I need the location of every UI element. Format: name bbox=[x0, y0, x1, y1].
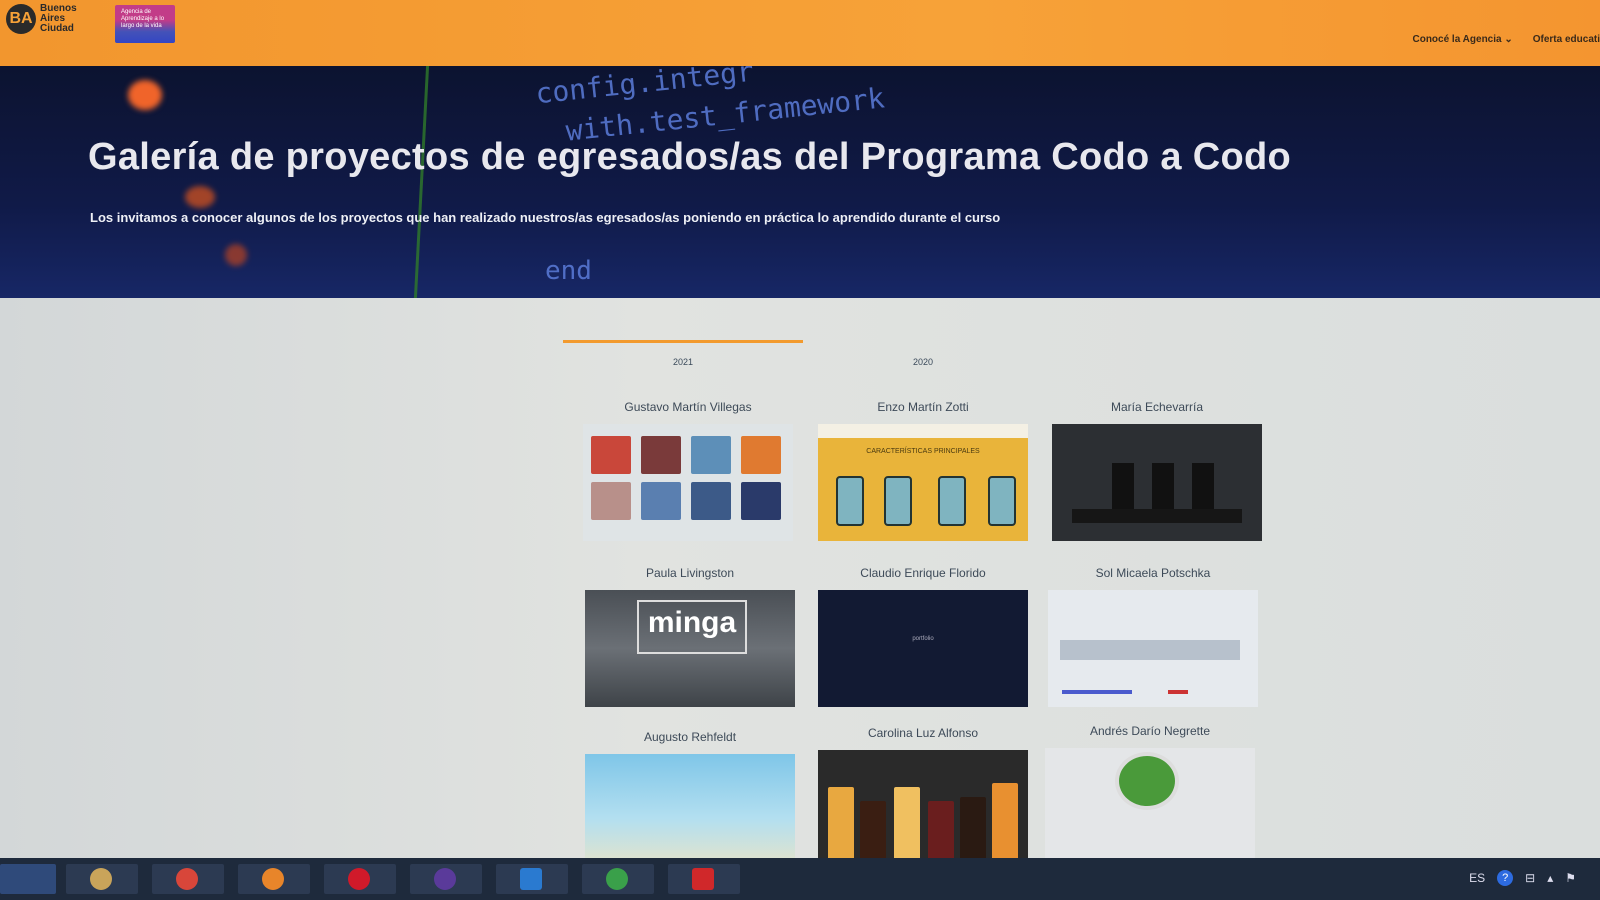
project-thumbnail[interactable] bbox=[1045, 748, 1255, 865]
chrome-icon bbox=[176, 868, 198, 890]
ba-logo-icon: BA bbox=[6, 4, 36, 34]
eclipse-icon bbox=[434, 868, 456, 890]
project-author: Sol Micaela Potschka bbox=[1095, 566, 1211, 580]
chevron-up-icon[interactable]: ▴ bbox=[1547, 871, 1553, 885]
thumbnail-tile bbox=[591, 436, 631, 474]
vscode-icon bbox=[520, 868, 542, 890]
thumbnail-tile bbox=[741, 482, 781, 520]
project-author: Enzo Martín Zotti bbox=[877, 400, 969, 414]
project-card[interactable]: María Echevarría bbox=[1052, 400, 1262, 541]
project-thumbnail[interactable] bbox=[583, 424, 793, 541]
nav-conoce-agencia[interactable]: Conocé la Agencia ⌄ bbox=[1412, 34, 1512, 45]
page-title: Galería de proyectos de egresados/as del… bbox=[88, 136, 1291, 178]
project-card[interactable]: Augusto Rehfeldt bbox=[585, 730, 795, 871]
page-subtitle: Los invitamos a conocer algunos de los p… bbox=[90, 210, 1001, 225]
project-card[interactable]: Claudio Enrique Florido portfolio bbox=[818, 566, 1028, 707]
start-button[interactable] bbox=[0, 864, 56, 894]
taskbar-app-firefox[interactable] bbox=[238, 864, 310, 894]
gallery-section: 2021 2020 Gustavo Martín Villegas Enzo M… bbox=[0, 298, 1600, 871]
thumbnail-underline bbox=[1062, 690, 1132, 694]
thumbnail-figure bbox=[1072, 509, 1242, 523]
project-author: Augusto Rehfeldt bbox=[643, 730, 737, 744]
thumbnail-tile bbox=[641, 436, 681, 474]
project-card[interactable]: Sol Micaela Potschka bbox=[1048, 566, 1258, 707]
help-icon[interactable]: ? bbox=[1497, 870, 1514, 886]
phone-icon bbox=[836, 476, 864, 526]
thumbnail-tile bbox=[691, 436, 731, 474]
taskbar-app-files[interactable] bbox=[66, 864, 138, 894]
project-author: María Echevarría bbox=[1110, 400, 1204, 414]
agencia-logo[interactable]: Agencia de Aprendizaje a lo largo de la … bbox=[115, 5, 175, 43]
nav-oferta-educativa[interactable]: Oferta educati bbox=[1533, 34, 1600, 45]
project-card[interactable]: Enzo Martín Zotti CARACTERÍSTICAS PRINCI… bbox=[818, 400, 1028, 541]
beer-glass bbox=[828, 787, 854, 867]
taskbar-app-chrome-2[interactable] bbox=[582, 864, 654, 894]
opera-icon bbox=[348, 868, 370, 890]
buenos-aires-logo[interactable]: BA Buenos Aires Ciudad bbox=[6, 4, 90, 34]
taskbar-app-pdf[interactable] bbox=[668, 864, 740, 894]
thumbnail-tile bbox=[641, 482, 681, 520]
project-author: Gustavo Martín Villegas bbox=[624, 400, 752, 414]
thumbnail-text: portfolio bbox=[912, 636, 934, 642]
chrome-icon bbox=[606, 868, 628, 890]
taskbar-app-opera[interactable] bbox=[324, 864, 396, 894]
project-author: Paula Livingston bbox=[645, 566, 735, 580]
thumbnail-tile bbox=[691, 482, 731, 520]
phone-icon bbox=[884, 476, 912, 526]
project-card[interactable]: Andrés Darío Negrette bbox=[1045, 724, 1255, 865]
thumbnail-tile bbox=[741, 436, 781, 474]
thumbnail-strip bbox=[1060, 640, 1240, 660]
phone-icon bbox=[988, 476, 1016, 526]
project-thumbnail[interactable]: portfolio bbox=[818, 590, 1028, 707]
taskbar-app-chrome[interactable] bbox=[152, 864, 224, 894]
beer-glass bbox=[894, 787, 920, 867]
ba-logo-text: Buenos Aires Ciudad bbox=[40, 3, 77, 34]
phone-icon bbox=[938, 476, 966, 526]
thumbnail-navbar bbox=[818, 424, 1028, 438]
windows-taskbar: ES ? ⊟ ▴ ⚑ bbox=[0, 858, 1600, 900]
beer-glass bbox=[992, 783, 1018, 867]
project-thumbnail[interactable] bbox=[818, 750, 1028, 867]
folder-icon bbox=[90, 868, 112, 890]
thumbnail-underline bbox=[1168, 690, 1188, 694]
bokeh-light bbox=[185, 186, 215, 208]
project-thumbnail[interactable] bbox=[585, 754, 795, 871]
project-author: Andrés Darío Negrette bbox=[1089, 724, 1211, 738]
firefox-icon bbox=[262, 868, 284, 890]
thumbnail-tile bbox=[591, 482, 631, 520]
decorative-line bbox=[413, 66, 430, 298]
top-header: BA Buenos Aires Ciudad Agencia de Aprend… bbox=[0, 0, 1600, 66]
thumbnail-heading: CARACTERÍSTICAS PRINCIPALES bbox=[866, 448, 980, 455]
main-nav: Conocé la Agencia ⌄ Oferta educati bbox=[1412, 34, 1600, 45]
project-author: Carolina Luz Alfonso bbox=[867, 726, 979, 740]
year-tabs: 2021 2020 bbox=[563, 340, 1043, 370]
project-thumbnail[interactable] bbox=[1048, 590, 1258, 707]
language-indicator[interactable]: ES bbox=[1469, 871, 1485, 885]
taskbar-app-vscode[interactable] bbox=[496, 864, 568, 894]
beer-glass bbox=[960, 797, 986, 867]
project-card[interactable]: Paula Livingston minga bbox=[585, 566, 795, 707]
hero-banner: config.integr with.test_framework end Ga… bbox=[0, 66, 1600, 298]
project-thumbnail[interactable]: CARACTERÍSTICAS PRINCIPALES bbox=[818, 424, 1028, 541]
tab-2020[interactable]: 2020 bbox=[803, 340, 1043, 370]
system-tray: ES ? ⊟ ▴ ⚑ bbox=[1469, 870, 1576, 886]
bokeh-light bbox=[225, 244, 247, 266]
project-author: Claudio Enrique Florido bbox=[860, 566, 986, 580]
project-card[interactable]: Carolina Luz Alfonso bbox=[818, 726, 1028, 867]
flag-icon[interactable]: ⚑ bbox=[1565, 871, 1576, 885]
project-card[interactable]: Gustavo Martín Villegas bbox=[583, 400, 793, 541]
project-thumbnail[interactable]: minga bbox=[585, 590, 795, 707]
pdf-icon bbox=[692, 868, 714, 890]
bokeh-light bbox=[128, 80, 162, 110]
network-icon[interactable]: ⊟ bbox=[1525, 871, 1535, 885]
tab-2021[interactable]: 2021 bbox=[563, 340, 803, 370]
project-thumbnail[interactable] bbox=[1052, 424, 1262, 541]
minga-logo: minga bbox=[637, 600, 747, 654]
taskbar-app-eclipse[interactable] bbox=[410, 864, 482, 894]
salad-bowl bbox=[1115, 752, 1179, 810]
code-background-line: end bbox=[545, 256, 592, 286]
